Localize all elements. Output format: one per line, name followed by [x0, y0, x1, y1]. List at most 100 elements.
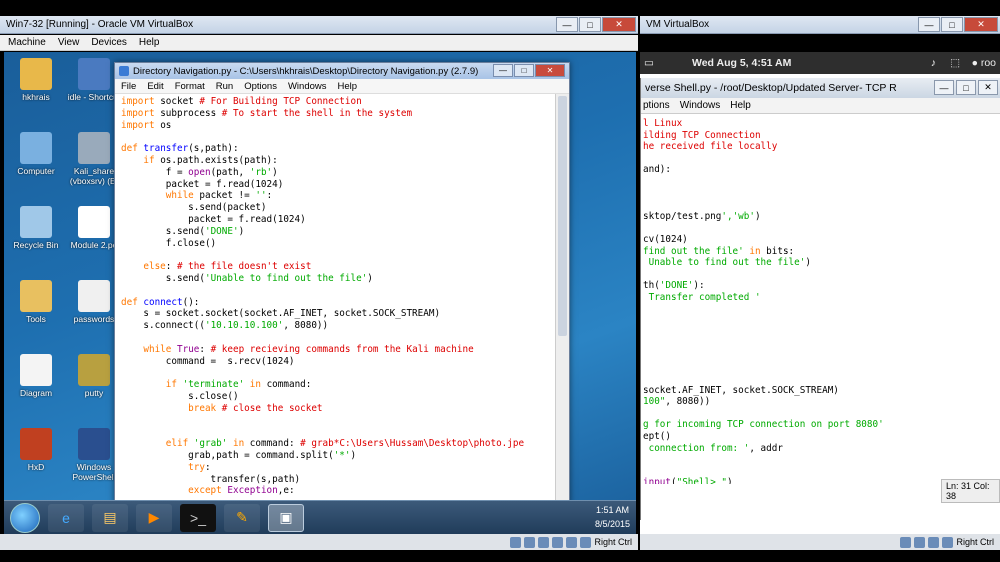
document-icon — [78, 206, 110, 238]
idle-menu-edit[interactable]: Edit — [147, 81, 163, 92]
kali-maximize-button[interactable]: □ — [956, 80, 976, 95]
desktop-icon[interactable]: Recycle Bin — [8, 206, 64, 250]
maximize-button[interactable]: □ — [579, 17, 601, 32]
vbox-status-bar: Right Ctrl — [0, 534, 638, 550]
kali-close-button[interactable]: ✕ — [978, 80, 998, 95]
right-minimize-button[interactable]: — — [918, 17, 940, 32]
kali-menu-bar: ptions Windows Help — [641, 98, 1000, 114]
idle-menu-options[interactable]: Options — [244, 81, 277, 92]
system-clock[interactable]: 1:51 AM 8/5/2015 — [595, 503, 630, 531]
kali-idle-window: verse Shell.py - /root/Desktop/Updated S… — [640, 78, 1000, 520]
kali-code-editor[interactable]: l Linux ilding TCP Connection he receive… — [641, 114, 1000, 484]
terminal-icon[interactable]: ▭ — [644, 57, 654, 69]
kali-status-position: Ln: 31 Col: 38 — [941, 479, 1000, 503]
cmd-icon[interactable]: >_ — [180, 503, 216, 532]
folder-icon — [20, 280, 52, 312]
desktop-icon[interactable]: Diagram — [8, 354, 64, 398]
desktop-icon[interactable]: hkhrais — [8, 58, 64, 102]
idle-window-icon[interactable]: ▣ — [268, 503, 304, 532]
vbox-right-title: VM VirtualBox — [646, 19, 710, 30]
menu-view[interactable]: View — [58, 37, 80, 48]
diagram-icon — [20, 354, 52, 386]
volume-icon[interactable]: ♪ — [931, 57, 936, 69]
desktop-icon-label: hkhrais — [22, 92, 50, 102]
taskbar: e ▤ ▶ >_ ✎ ▣ 1:51 AM 8/5/2015 — [4, 500, 636, 534]
user-folder-icon — [20, 58, 52, 90]
kali-datetime[interactable]: Wed Aug 5, 4:51 AM — [692, 57, 791, 69]
network-icon[interactable] — [566, 536, 578, 548]
ie-icon[interactable]: e — [48, 503, 84, 532]
right-network-icon[interactable] — [942, 536, 954, 548]
vbox-right-status-bar: Right Ctrl — [640, 534, 1000, 550]
media-player-icon[interactable]: ▶ — [136, 503, 172, 532]
host-key: Right Ctrl — [594, 537, 632, 547]
right-maximize-button[interactable]: □ — [941, 17, 963, 32]
menu-devices[interactable]: Devices — [91, 37, 127, 48]
kali-window-title-bar: verse Shell.py - /root/Desktop/Updated S… — [641, 78, 1000, 98]
kali-top-panel: ▭ Wed Aug 5, 4:51 AM ♪ ⬚ ● roo — [640, 52, 1000, 74]
right-usb-icon[interactable] — [928, 536, 940, 548]
desktop-icon[interactable]: Tools — [8, 280, 64, 324]
desktop-icon[interactable]: HxD — [8, 428, 64, 472]
kali-menu-options[interactable]: ptions — [643, 100, 670, 111]
text-file-icon — [78, 280, 110, 312]
desktop-icon-label: Diagram — [19, 388, 53, 398]
idle-scrollbar[interactable] — [555, 94, 569, 503]
idle-menu-file[interactable]: File — [121, 81, 136, 92]
scroll-thumb[interactable] — [558, 96, 567, 336]
python-icon — [119, 66, 129, 76]
user-icon[interactable]: ● roo — [972, 57, 996, 69]
idle-menu-help[interactable]: Help — [338, 81, 358, 92]
cd-icon[interactable] — [524, 536, 536, 548]
idle-minimize-button[interactable]: — — [493, 64, 513, 77]
minimize-button[interactable]: — — [556, 17, 578, 32]
idle-editor-window: Directory Navigation.py - C:\Users\hkhra… — [114, 62, 570, 504]
kali-window-title: verse Shell.py - /root/Desktop/Updated S… — [645, 82, 897, 94]
idle-title-bar: Directory Navigation.py - C:\Users\hkhra… — [115, 63, 569, 79]
vbox-title: Win7-32 [Running] - Oracle VM VirtualBox — [6, 19, 194, 30]
python-idle-icon — [78, 58, 110, 90]
powershell-icon — [78, 428, 110, 460]
capture-icon[interactable] — [580, 536, 592, 548]
vbox-right-title-bar: VM VirtualBox — □ ✕ — [640, 16, 1000, 34]
desktop-icon-label: Recycle Bin — [13, 240, 59, 250]
desktop-icon-label: Computer — [17, 166, 55, 176]
idle-close-button[interactable]: ✕ — [535, 64, 565, 77]
right-cd-icon[interactable] — [914, 536, 926, 548]
network-icon[interactable]: ⬚ — [950, 57, 960, 69]
kali-screen: ▭ Wed Aug 5, 4:51 AM ♪ ⬚ ● roo verse She… — [640, 52, 1000, 534]
menu-machine[interactable]: Machine — [8, 37, 46, 48]
putty-icon — [78, 354, 110, 386]
start-button[interactable] — [10, 502, 40, 533]
desktop-icon-label: HxD — [27, 462, 45, 472]
clock-date: 8/5/2015 — [594, 519, 630, 529]
vbox-menu-bar: Machine View Devices Help — [0, 35, 638, 51]
vbox-title-bar: Win7-32 [Running] - Oracle VM VirtualBox… — [0, 16, 638, 34]
idle-title: Directory Navigation.py - C:\Users\hkhra… — [133, 65, 479, 77]
right-hdd-icon[interactable] — [900, 536, 912, 548]
folder-icon[interactable]: ▤ — [92, 503, 128, 532]
menu-help[interactable]: Help — [139, 37, 160, 48]
desktop-icon[interactable]: Computer — [8, 132, 64, 176]
code-editor[interactable]: import socket # For Building TCP Connect… — [115, 94, 569, 499]
idle-menu-windows[interactable]: Windows — [288, 81, 327, 92]
usb-icon[interactable] — [538, 536, 550, 548]
close-button[interactable]: ✕ — [602, 17, 636, 32]
kali-menu-windows[interactable]: Windows — [680, 100, 721, 111]
kali-menu-help[interactable]: Help — [730, 100, 751, 111]
idle-menu-bar: File Edit Format Run Options Windows Hel… — [115, 79, 569, 94]
shared-folder-icon[interactable] — [552, 536, 564, 548]
right-host-key: Right Ctrl — [956, 537, 994, 547]
hdd-icon[interactable] — [510, 536, 522, 548]
right-close-button[interactable]: ✕ — [964, 17, 998, 32]
recycle-bin-icon — [20, 206, 52, 238]
idle-maximize-button[interactable]: □ — [514, 64, 534, 77]
hxd-icon — [20, 428, 52, 460]
kali-minimize-button[interactable]: — — [934, 80, 954, 95]
idle-menu-format[interactable]: Format — [175, 81, 205, 92]
network-drive-icon — [78, 132, 110, 164]
pencil-icon[interactable]: ✎ — [224, 503, 260, 532]
idle-menu-run[interactable]: Run — [216, 81, 233, 92]
clock-time: 1:51 AM — [595, 505, 629, 515]
desktop-icon-label: Tools — [26, 314, 46, 324]
